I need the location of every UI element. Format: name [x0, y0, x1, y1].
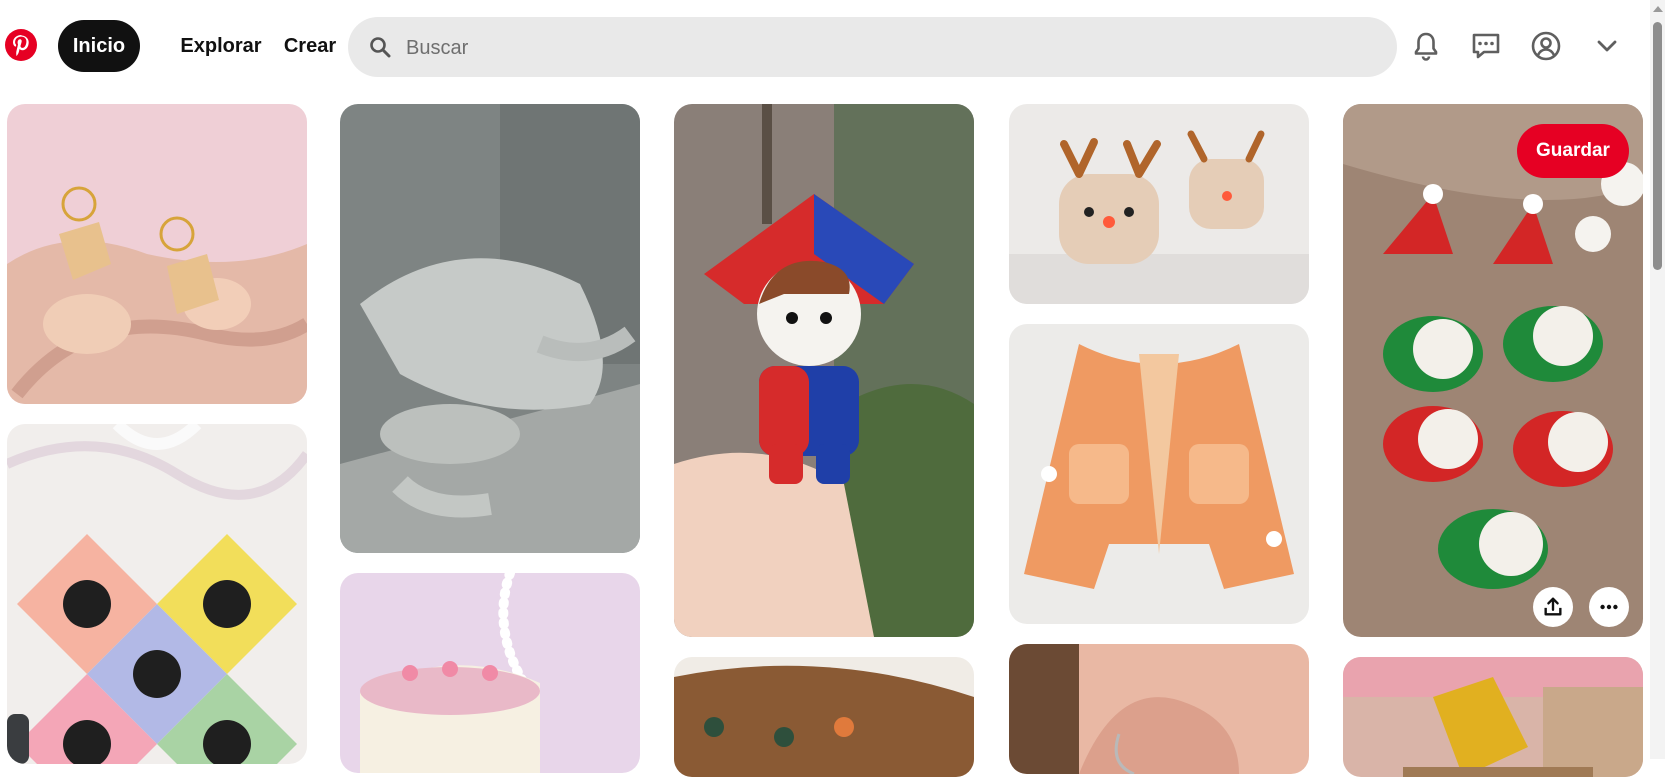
scroll-thumb[interactable] [1653, 22, 1662, 270]
earrings-photo [7, 104, 307, 404]
crochet-yellow-photo [1343, 657, 1643, 777]
pink-cake-photo [340, 573, 640, 773]
christmas-hairclips-photo [1343, 104, 1643, 637]
pin-marble-sculpture[interactable] [340, 104, 640, 553]
orange-cardigan-photo [1009, 324, 1309, 624]
more-options-icon [1600, 604, 1618, 610]
crochet-reindeer-photo [1009, 104, 1309, 304]
pin-ear-earring[interactable] [1009, 644, 1309, 774]
pin-pink-cake[interactable] [340, 573, 640, 773]
search-bar[interactable] [348, 17, 1397, 79]
scroll-up-arrow-icon[interactable] [1653, 6, 1663, 12]
pin-clay-earrings[interactable] [674, 657, 974, 777]
save-button[interactable]: Guardar [1517, 124, 1629, 178]
marble-sculpture-photo [340, 104, 640, 553]
search-input[interactable] [404, 17, 1368, 79]
nav-home[interactable]: Inicio [58, 20, 140, 72]
top-header: Inicio Explorar Crear [0, 0, 1650, 92]
share-icon [1544, 597, 1562, 616]
messages-icon[interactable] [1466, 26, 1506, 66]
crochet-doll-photo [674, 104, 974, 637]
pinterest-logo-icon[interactable] [4, 28, 38, 62]
share-button[interactable] [1533, 587, 1573, 627]
pin-crochet-yellow[interactable] [1343, 657, 1643, 777]
pin-crochet-doll[interactable] [674, 104, 974, 637]
more-options-button[interactable] [1589, 587, 1629, 627]
vertical-scrollbar[interactable] [1650, 0, 1665, 759]
pin-earrings[interactable] [7, 104, 307, 404]
chevron-down-icon[interactable] [1587, 26, 1627, 66]
search-icon [368, 35, 392, 59]
crochet-bag-photo [7, 424, 307, 764]
pin-crochet-reindeer[interactable] [1009, 104, 1309, 304]
pin-crochet-bag[interactable] [7, 424, 307, 764]
ear-earring-photo [1009, 644, 1309, 774]
clay-earrings-photo [674, 657, 974, 777]
profile-icon[interactable] [1526, 26, 1566, 66]
pin-orange-cardigan[interactable] [1009, 324, 1309, 624]
nav-explore[interactable]: Explorar [160, 20, 282, 72]
bell-icon[interactable] [1406, 26, 1446, 66]
nav-create[interactable]: Crear [272, 20, 348, 72]
pin-christmas-hairclips[interactable]: Guardar [1343, 104, 1643, 637]
